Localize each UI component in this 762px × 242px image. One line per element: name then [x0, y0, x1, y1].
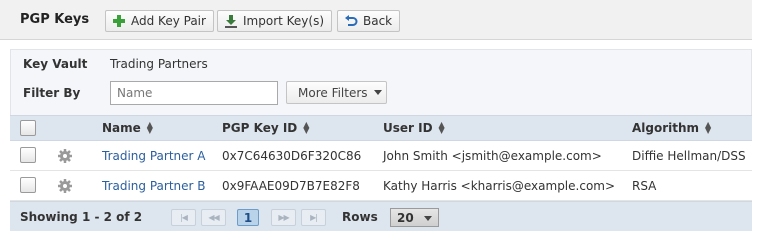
gear-icon[interactable]	[58, 179, 72, 193]
algorithm-cell: Diffie Hellman/DSS	[632, 149, 746, 163]
page-title: PGP Keys	[20, 12, 90, 27]
back-arrow-icon	[344, 14, 358, 28]
import-keys-label: Import Key(s)	[243, 14, 325, 28]
sort-icon: ▲ ▼	[438, 120, 445, 135]
table-header: Name ▲ ▼ PGP Key ID ▲ ▼ User ID ▲ ▼ Algorit…	[10, 115, 752, 141]
user-id-cell: John Smith <jsmith@example.com>	[383, 149, 602, 163]
more-filters-button[interactable]: More Filters	[286, 81, 387, 104]
caret-down-icon	[373, 90, 382, 95]
gear-icon[interactable]	[58, 149, 72, 163]
key-id-cell: 0x9FAAE09D7B7E82F8	[222, 179, 360, 193]
sort-icon: ▲ ▼	[704, 120, 712, 135]
row-checkbox[interactable]	[20, 177, 36, 193]
plus-icon	[112, 14, 126, 28]
last-page-button[interactable]: ▶|	[301, 209, 326, 226]
more-filters-label: More Filters	[298, 85, 368, 100]
filter-panel: Key Vault Trading Partners Filter By Mor…	[10, 49, 752, 115]
key-vault-value: Trading Partners	[110, 57, 208, 71]
toolbar: PGP Keys Add Key Pair Import Key(s) Back	[0, 0, 752, 40]
user-id-cell: Kathy Harris <kharris@example.com>	[383, 179, 616, 193]
key-id-cell: 0x7C64630D6F320C86	[222, 149, 362, 163]
add-key-pair-label: Add Key Pair	[131, 14, 206, 28]
column-header-key-id[interactable]: PGP Key ID ▲ ▼	[222, 120, 310, 136]
column-header-algorithm[interactable]: Algorithm ▲ ▼	[632, 120, 712, 136]
partner-name-link[interactable]: Trading Partner A	[102, 149, 205, 163]
pagination-bar: Showing 1 - 2 of 2 |◀ ◀◀ 1 ▶▶ ▶| Rows 20	[10, 201, 752, 231]
row-checkbox[interactable]	[20, 147, 36, 163]
caret-down-icon	[424, 216, 432, 221]
select-all-checkbox[interactable]	[20, 120, 36, 136]
rows-per-page-value: 20	[397, 210, 414, 225]
sort-icon: ▲ ▼	[146, 120, 153, 135]
rows-label: Rows	[342, 210, 378, 224]
add-key-pair-button[interactable]: Add Key Pair	[105, 10, 214, 32]
column-header-name[interactable]: Name ▲ ▼	[102, 120, 154, 136]
back-button[interactable]: Back	[337, 10, 401, 32]
import-keys-button[interactable]: Import Key(s)	[217, 10, 333, 32]
algorithm-cell: RSA	[632, 179, 657, 193]
key-vault-label: Key Vault	[23, 57, 88, 71]
partner-name-link[interactable]: Trading Partner B	[102, 179, 206, 193]
table-row: Trading Partner B 0x9FAAE09D7B7E82F8 Kat…	[10, 171, 752, 201]
first-page-button[interactable]: |◀	[171, 209, 196, 226]
table-row: Trading Partner A 0x7C64630D6F320C86 Joh…	[10, 141, 752, 171]
next-page-button[interactable]: ▶▶	[271, 209, 296, 226]
download-icon	[224, 14, 238, 28]
current-page-button[interactable]: 1	[237, 209, 259, 226]
previous-page-button[interactable]: ◀◀	[201, 209, 226, 226]
filter-by-label: Filter By	[23, 86, 81, 100]
name-filter-input[interactable]	[110, 81, 278, 105]
showing-count: Showing 1 - 2 of 2	[20, 210, 143, 224]
rows-per-page-select[interactable]: 20	[390, 208, 439, 227]
back-label: Back	[363, 14, 393, 28]
column-header-user-id[interactable]: User ID ▲ ▼	[383, 120, 446, 136]
sort-icon: ▲ ▼	[303, 120, 310, 135]
